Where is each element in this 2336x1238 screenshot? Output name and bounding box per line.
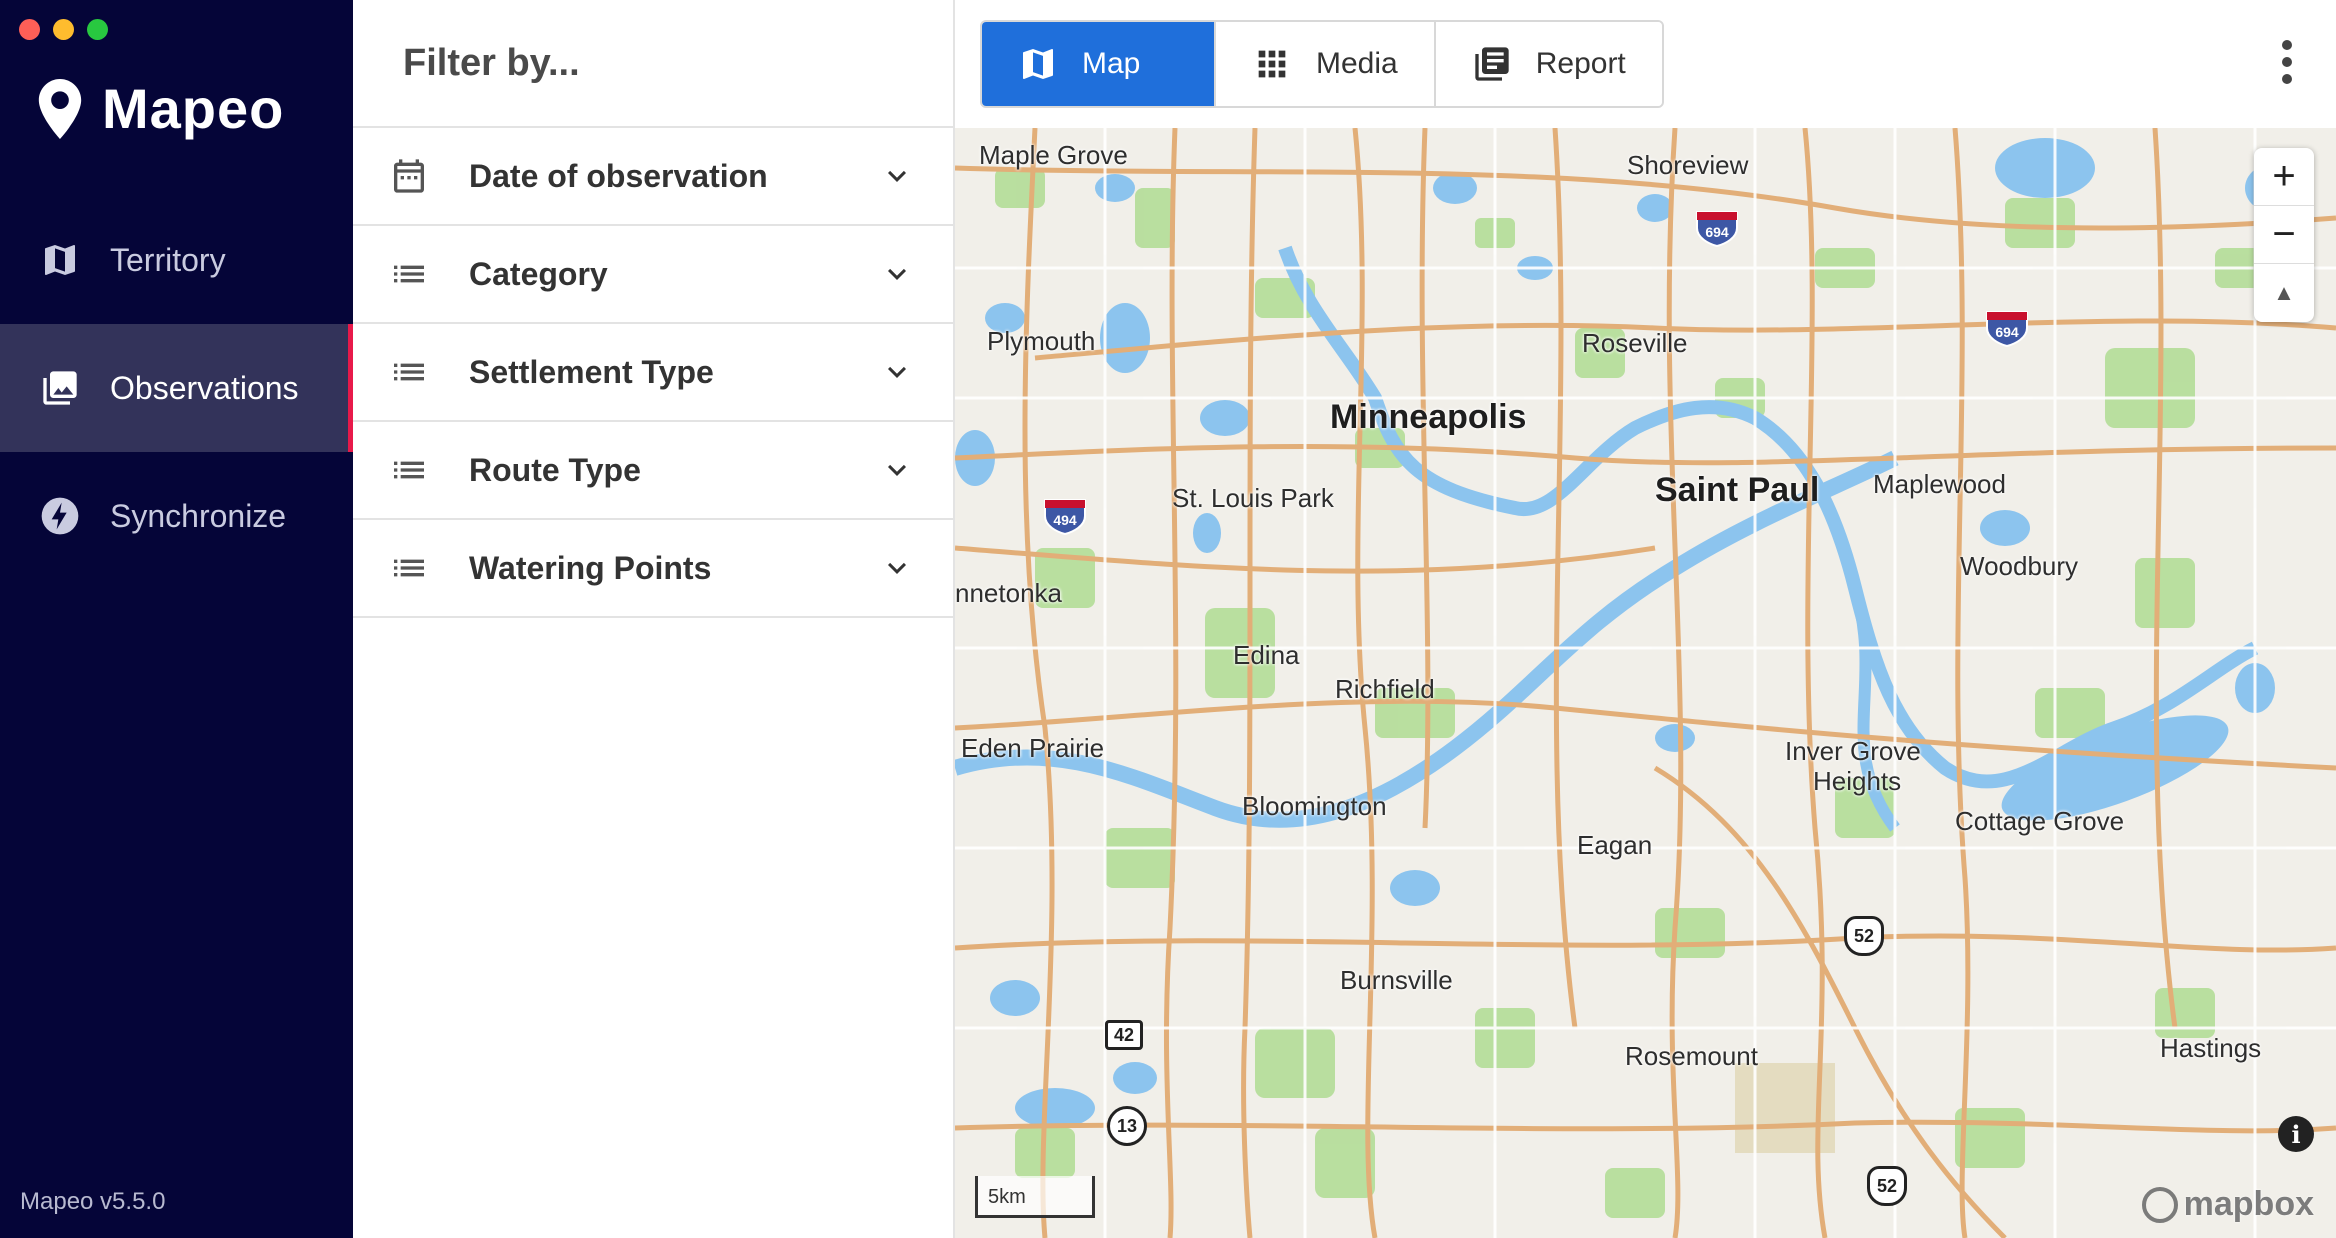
sidebar-item-territory[interactable]: Territory <box>0 196 353 324</box>
shield-number: 694 <box>1995 324 2019 340</box>
sidebar-item-synchronize[interactable]: Synchronize <box>0 452 353 580</box>
county-route-shield: 42 <box>1105 1020 1143 1050</box>
filter-date-of-observation[interactable]: Date of observation <box>353 128 953 226</box>
list-icon <box>394 363 424 381</box>
mapbox-wordmark: mapbox <box>2183 1185 2314 1223</box>
chevron-down-icon[interactable] <box>879 550 915 586</box>
tab-map[interactable]: Map <box>982 22 1216 106</box>
filter-title: Filter by... <box>353 0 953 128</box>
map-label-rosemount: Rosemount <box>1625 1041 1758 1071</box>
list-icon <box>394 461 424 479</box>
view-toggle: Map Media Report <box>980 20 1664 108</box>
map-label-roseville: Roseville <box>1582 328 1688 358</box>
map-label-burnsville: Burnsville <box>1340 965 1453 995</box>
map-icon <box>1023 49 1053 79</box>
app-version: Mapeo v5.5.0 <box>20 1188 166 1215</box>
map-label-bloomington: Bloomington <box>1242 791 1387 821</box>
map-view: Map Media Report Maple Grove Shoreview P… <box>955 0 2336 1238</box>
zoom-out-button[interactable]: − <box>2254 206 2314 264</box>
map-label-eagan: Eagan <box>1577 830 1653 860</box>
sidebar-item-label: Observations <box>110 369 299 406</box>
mapbox-logo: mapbox <box>2141 1185 2314 1224</box>
sidebar-item-label: Territory <box>110 241 226 278</box>
app-window: Mapeo Territory Observations Synchronize… <box>0 0 2336 1238</box>
map-label-heights: Heights <box>1813 766 1902 796</box>
zoom-in-button[interactable]: + <box>2254 148 2314 206</box>
window-minimize-button[interactable] <box>53 19 74 40</box>
map-label-eden-prairie: Eden Prairie <box>961 733 1105 763</box>
tab-media[interactable]: Media <box>1216 22 1436 106</box>
mapbox-logo-icon <box>2141 1186 2178 1223</box>
map-label-minneapolis: Minneapolis <box>1330 398 1527 436</box>
map-water <box>955 138 2305 1128</box>
map-canvas[interactable]: Maple Grove Shoreview Plymouth Roseville… <box>955 128 2336 1238</box>
map-label-plymouth: Plymouth <box>987 326 1096 356</box>
filter-label: Route Type <box>469 451 641 488</box>
tab-label: Map <box>1082 47 1141 80</box>
window-maximize-button[interactable] <box>87 19 108 40</box>
map-label-cottage-grove: Cottage Grove <box>1955 806 2125 836</box>
map-icon <box>45 245 75 275</box>
grid-icon <box>1258 50 1286 78</box>
compass-button[interactable]: ▲ <box>2254 264 2314 322</box>
tab-label: Report <box>1535 47 1626 80</box>
calendar-icon <box>394 159 424 193</box>
map-label-shoreview: Shoreview <box>1627 150 1749 180</box>
more-options-icon[interactable] <box>2282 40 2294 84</box>
filter-category[interactable]: Category <box>353 226 953 324</box>
chevron-down-icon[interactable] <box>879 452 915 488</box>
interstate-shield-icon: 694 <box>1696 211 1738 248</box>
filter-label: Date of observation <box>469 157 768 194</box>
chevron-down-icon[interactable] <box>879 354 915 390</box>
map-label-maple-grove: Maple Grove <box>979 140 1128 170</box>
chevron-down-icon[interactable] <box>879 158 915 194</box>
map-label-minnetonka: nnetonka <box>955 578 1062 608</box>
us-route-shield: 52 <box>1867 1166 1907 1206</box>
state-route-shield: 13 <box>1107 1106 1147 1146</box>
window-close-button[interactable] <box>19 19 40 40</box>
sidebar-nav: Territory Observations Synchronize <box>0 196 353 580</box>
us-route-shield: 52 <box>1844 916 1884 956</box>
info-icon[interactable]: i <box>2278 1116 2314 1152</box>
map-label-inver-grove: Inver Grove <box>1785 736 1921 766</box>
filter-label: Settlement Type <box>469 353 714 390</box>
map-label-hastings: Hastings <box>2160 1033 2262 1063</box>
filter-route-type[interactable]: Route Type <box>353 422 953 520</box>
tab-label: Media <box>1316 47 1398 80</box>
map-label-maplewood: Maplewood <box>1873 469 2006 499</box>
chevron-down-icon[interactable] <box>879 256 915 292</box>
shield-number: 494 <box>1053 512 1077 528</box>
list-icon <box>394 265 424 283</box>
bolt-icon <box>41 497 79 535</box>
sidebar: Mapeo Territory Observations Synchronize… <box>0 0 353 1238</box>
map-label-edina: Edina <box>1233 640 1300 670</box>
filter-watering-points[interactable]: Watering Points <box>353 520 953 618</box>
shield-number: 694 <box>1705 224 1729 240</box>
compass-icon: ▲ <box>2273 280 2295 305</box>
map-label-richfield: Richfield <box>1335 674 1435 704</box>
map-label-st-louis-park: St. Louis Park <box>1172 483 1334 513</box>
map-label-saint-paul: Saint Paul <box>1655 471 1820 509</box>
map-scale: 5km <box>975 1176 1095 1218</box>
filter-settlement-type[interactable]: Settlement Type <box>353 324 953 422</box>
brand-name: Mapeo <box>102 77 285 140</box>
interstate-shield-icon: 694 <box>1986 311 2028 348</box>
brand: Mapeo <box>38 76 284 141</box>
tab-report[interactable]: Report <box>1435 22 1662 106</box>
interstate-shield-icon: 494 <box>1044 499 1086 536</box>
photo-library-icon <box>43 371 77 405</box>
map-pin-icon <box>38 78 82 139</box>
sidebar-item-observations[interactable]: Observations <box>0 324 353 452</box>
window-controls <box>19 19 108 40</box>
list-icon <box>394 559 424 577</box>
library-books-icon <box>1475 47 1509 81</box>
sidebar-item-label: Synchronize <box>110 497 287 534</box>
zoom-controls: + − ▲ <box>2254 148 2314 322</box>
filter-panel: Filter by... Date of observation Categor… <box>353 0 955 1238</box>
filter-label: Category <box>469 255 608 292</box>
map-label-woodbury: Woodbury <box>1960 551 2079 581</box>
filter-label: Watering Points <box>469 549 712 586</box>
